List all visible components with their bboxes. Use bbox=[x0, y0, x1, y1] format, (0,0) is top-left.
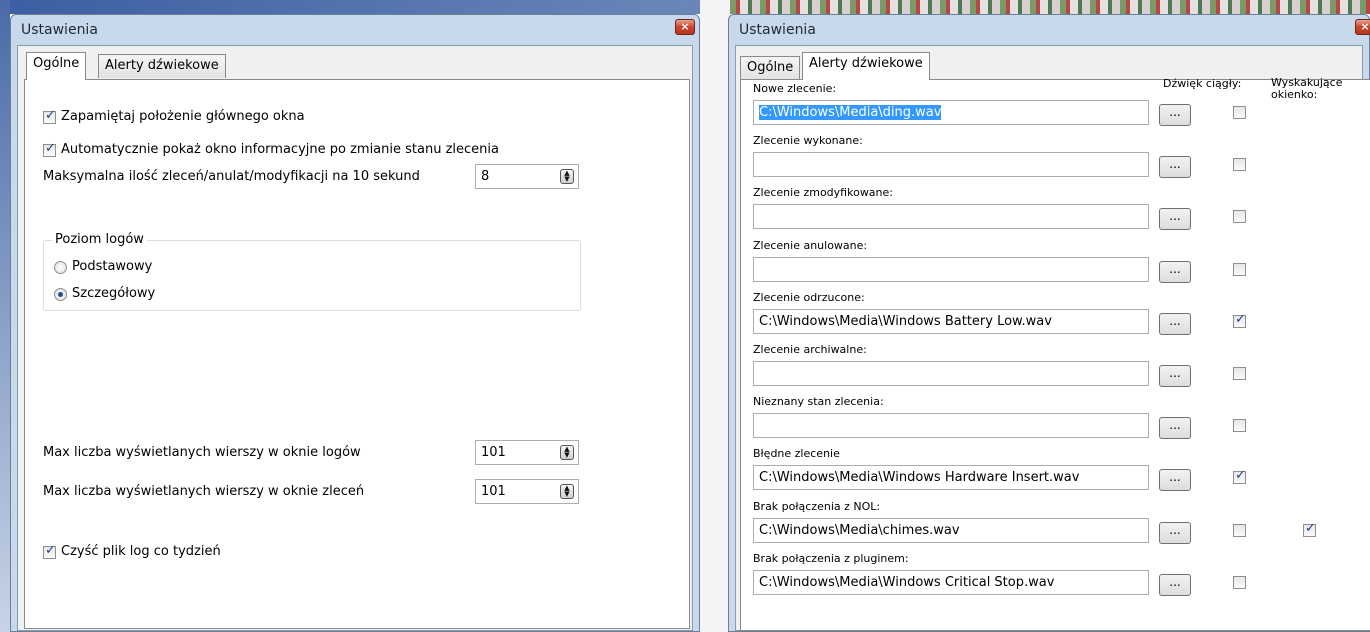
browse-button[interactable]: ... bbox=[1159, 312, 1191, 335]
desktop-background-left bbox=[0, 0, 10, 632]
log-level-title: Poziom logów bbox=[52, 232, 147, 247]
titlebar[interactable]: Ustawienia × bbox=[11, 15, 699, 45]
max-log-rows-value: 101 bbox=[481, 445, 506, 460]
max-order-rows-value: 101 bbox=[481, 484, 506, 499]
continuous-sound-checkbox[interactable] bbox=[1233, 262, 1246, 276]
tab-general[interactable]: Ogólne bbox=[26, 52, 87, 80]
continuous-sound-checkbox[interactable] bbox=[1233, 158, 1246, 172]
alert-sound-path-value: C:\Windows\Media\ding.wav bbox=[759, 105, 942, 120]
max-log-rows-spinner[interactable]: 101 ▲ ▼ bbox=[475, 440, 579, 465]
window-content: Ogólne Alerty dźwiekowe Zapamiętaj położ… bbox=[17, 45, 693, 631]
alert-sound-path-value: C:\Windows\Media\chimes.wav bbox=[759, 522, 960, 538]
max-log-rows-label: Max liczba wyświetlanych wierszy w oknie… bbox=[43, 445, 361, 460]
continuous-sound-checkbox[interactable] bbox=[1233, 106, 1246, 119]
alert-label: Zlecenie anulowane: bbox=[753, 238, 868, 252]
spinner-arrows-icon[interactable]: ▲ ▼ bbox=[560, 484, 574, 499]
alert-sound-path-input[interactable]: C:\Windows\Media\chimes.wav bbox=[753, 517, 1149, 543]
log-level-detailed-label: Szczegółowy bbox=[72, 286, 156, 301]
tab-sound-alerts[interactable]: Alerty dźwiekowe bbox=[802, 52, 930, 80]
alert-label: Zlecenie archiwalne: bbox=[753, 343, 867, 356]
clear-log-label: Czyść plik log co tydzień bbox=[61, 544, 221, 559]
alert-sound-path-input[interactable] bbox=[753, 152, 1149, 178]
clear-log-checkbox[interactable] bbox=[43, 543, 56, 559]
max-orders-label: Maksymalna ilość zleceń/anulat/modyfikac… bbox=[43, 169, 420, 184]
alert-label: Zlecenie wykonane: bbox=[753, 134, 863, 148]
close-button[interactable]: × bbox=[1355, 19, 1370, 35]
auto-show-info-checkbox[interactable] bbox=[43, 141, 56, 157]
tab-sound-alerts[interactable]: Alerty dźwiekowe bbox=[98, 54, 226, 78]
alert-sound-path-input[interactable]: C:\Windows\Media\Windows Critical Stop.w… bbox=[753, 569, 1149, 595]
window-title: Ustawienia bbox=[21, 22, 98, 38]
browse-button[interactable]: ... bbox=[1159, 156, 1191, 179]
continuous-sound-checkbox[interactable] bbox=[1233, 312, 1246, 328]
max-order-rows-spinner[interactable]: 101 ▲ ▼ bbox=[475, 479, 579, 504]
continuous-sound-checkbox[interactable] bbox=[1233, 419, 1246, 433]
log-level-basic-label: Podstawowy bbox=[72, 259, 153, 274]
continuous-sound-checkbox[interactable] bbox=[1233, 367, 1246, 380]
window-title: Ustawienia bbox=[739, 22, 816, 38]
spinner-arrows-icon[interactable]: ▲ ▼ bbox=[560, 445, 574, 460]
max-order-rows-label: Max liczba wyświetlanych wierszy w oknie… bbox=[43, 484, 365, 499]
alert-sound-path-input[interactable]: C:\Windows\Media\Windows Hardware Insert… bbox=[753, 465, 1149, 491]
settings-window-general: Ustawienia × Ogólne Alerty dźwiekowe Zap… bbox=[10, 14, 700, 632]
browse-button[interactable]: ... bbox=[1159, 208, 1191, 231]
alert-sound-path-input[interactable]: C:\Windows\Media\ding.wav bbox=[753, 100, 1149, 125]
alert-sound-path-input[interactable] bbox=[753, 204, 1149, 230]
popup-window-checkbox[interactable] bbox=[1303, 521, 1316, 537]
desktop-background-gap bbox=[700, 0, 730, 632]
spinner-arrows-icon[interactable]: ▲ ▼ bbox=[560, 169, 574, 184]
alert-label: Błędne zlecenie bbox=[753, 447, 840, 461]
alert-sound-path-value: C:\Windows\Media\Windows Hardware Insert… bbox=[759, 470, 1080, 486]
alert-label: Nieznany stan zlecenia: bbox=[753, 395, 884, 409]
alert-sound-path-input[interactable]: C:\Windows\Media\Windows Battery Low.wav bbox=[753, 308, 1149, 334]
log-level-detailed-radio[interactable] bbox=[54, 288, 67, 301]
auto-show-info-label: Automatycznie pokaż okno informacyjne po… bbox=[61, 142, 499, 157]
alert-sound-path-value: C:\Windows\Media\Windows Critical Stop.w… bbox=[759, 574, 1055, 590]
remember-position-label: Zapamiętaj położenie głównego okna bbox=[61, 109, 305, 124]
titlebar[interactable]: Ustawienia × bbox=[729, 15, 1370, 45]
alert-sound-path-value: C:\Windows\Media\Windows Battery Low.wav bbox=[759, 313, 1052, 329]
browse-button[interactable]: ... bbox=[1159, 104, 1191, 126]
alert-label: Zlecenie odrzucone: bbox=[753, 290, 865, 304]
browse-button[interactable]: ... bbox=[1159, 521, 1191, 544]
remember-position-checkbox[interactable] bbox=[43, 108, 56, 124]
alert-label: Brak połączenia z pluginem: bbox=[753, 551, 909, 565]
window-content: Ogólne Alerty dźwiekowe Dźwięk ciągły: W… bbox=[735, 45, 1370, 631]
alert-label: Brak połączenia z NOL: bbox=[753, 499, 881, 513]
settings-window-alerts: Ustawienia × Ogólne Alerty dźwiekowe Dźw… bbox=[728, 14, 1370, 632]
alert-sound-path-input[interactable] bbox=[753, 256, 1149, 282]
continuous-column-header: Dźwięk ciągły: bbox=[1163, 77, 1242, 90]
taskbar-strip bbox=[730, 0, 1370, 14]
tab-panel-sound-alerts: Dźwięk ciągły: Wyskakujące okienko: Nowe… bbox=[740, 76, 1370, 631]
tab-general[interactable]: Ogólne bbox=[740, 56, 801, 80]
browse-button[interactable]: ... bbox=[1159, 365, 1191, 387]
browse-button[interactable]: ... bbox=[1159, 469, 1191, 492]
log-level-basic-radio[interactable] bbox=[54, 261, 67, 274]
alert-sound-path-input[interactable] bbox=[753, 361, 1149, 386]
continuous-sound-checkbox[interactable] bbox=[1233, 468, 1246, 485]
continuous-sound-checkbox[interactable] bbox=[1233, 210, 1246, 224]
alert-label: Nowe zlecenie: bbox=[753, 82, 837, 95]
browse-button[interactable]: ... bbox=[1159, 417, 1191, 440]
close-button[interactable]: × bbox=[675, 19, 695, 35]
continuous-sound-checkbox[interactable] bbox=[1233, 575, 1246, 589]
alert-sound-path-input[interactable] bbox=[753, 413, 1149, 439]
alert-label: Zlecenie zmodyfikowane: bbox=[753, 186, 893, 200]
popup-column-header: Wyskakujące okienko: bbox=[1271, 76, 1343, 101]
browse-button[interactable]: ... bbox=[1159, 573, 1191, 596]
log-level-group: Poziom logów Podstawowy Szczegółowy bbox=[43, 232, 581, 311]
browse-button[interactable]: ... bbox=[1159, 260, 1191, 283]
max-orders-spinner[interactable]: 8 ▲ ▼ bbox=[475, 164, 579, 189]
tab-panel-general: Zapamiętaj położenie głównego okna Autom… bbox=[24, 79, 690, 629]
max-orders-value: 8 bbox=[481, 169, 490, 184]
continuous-sound-checkbox[interactable] bbox=[1233, 523, 1246, 537]
